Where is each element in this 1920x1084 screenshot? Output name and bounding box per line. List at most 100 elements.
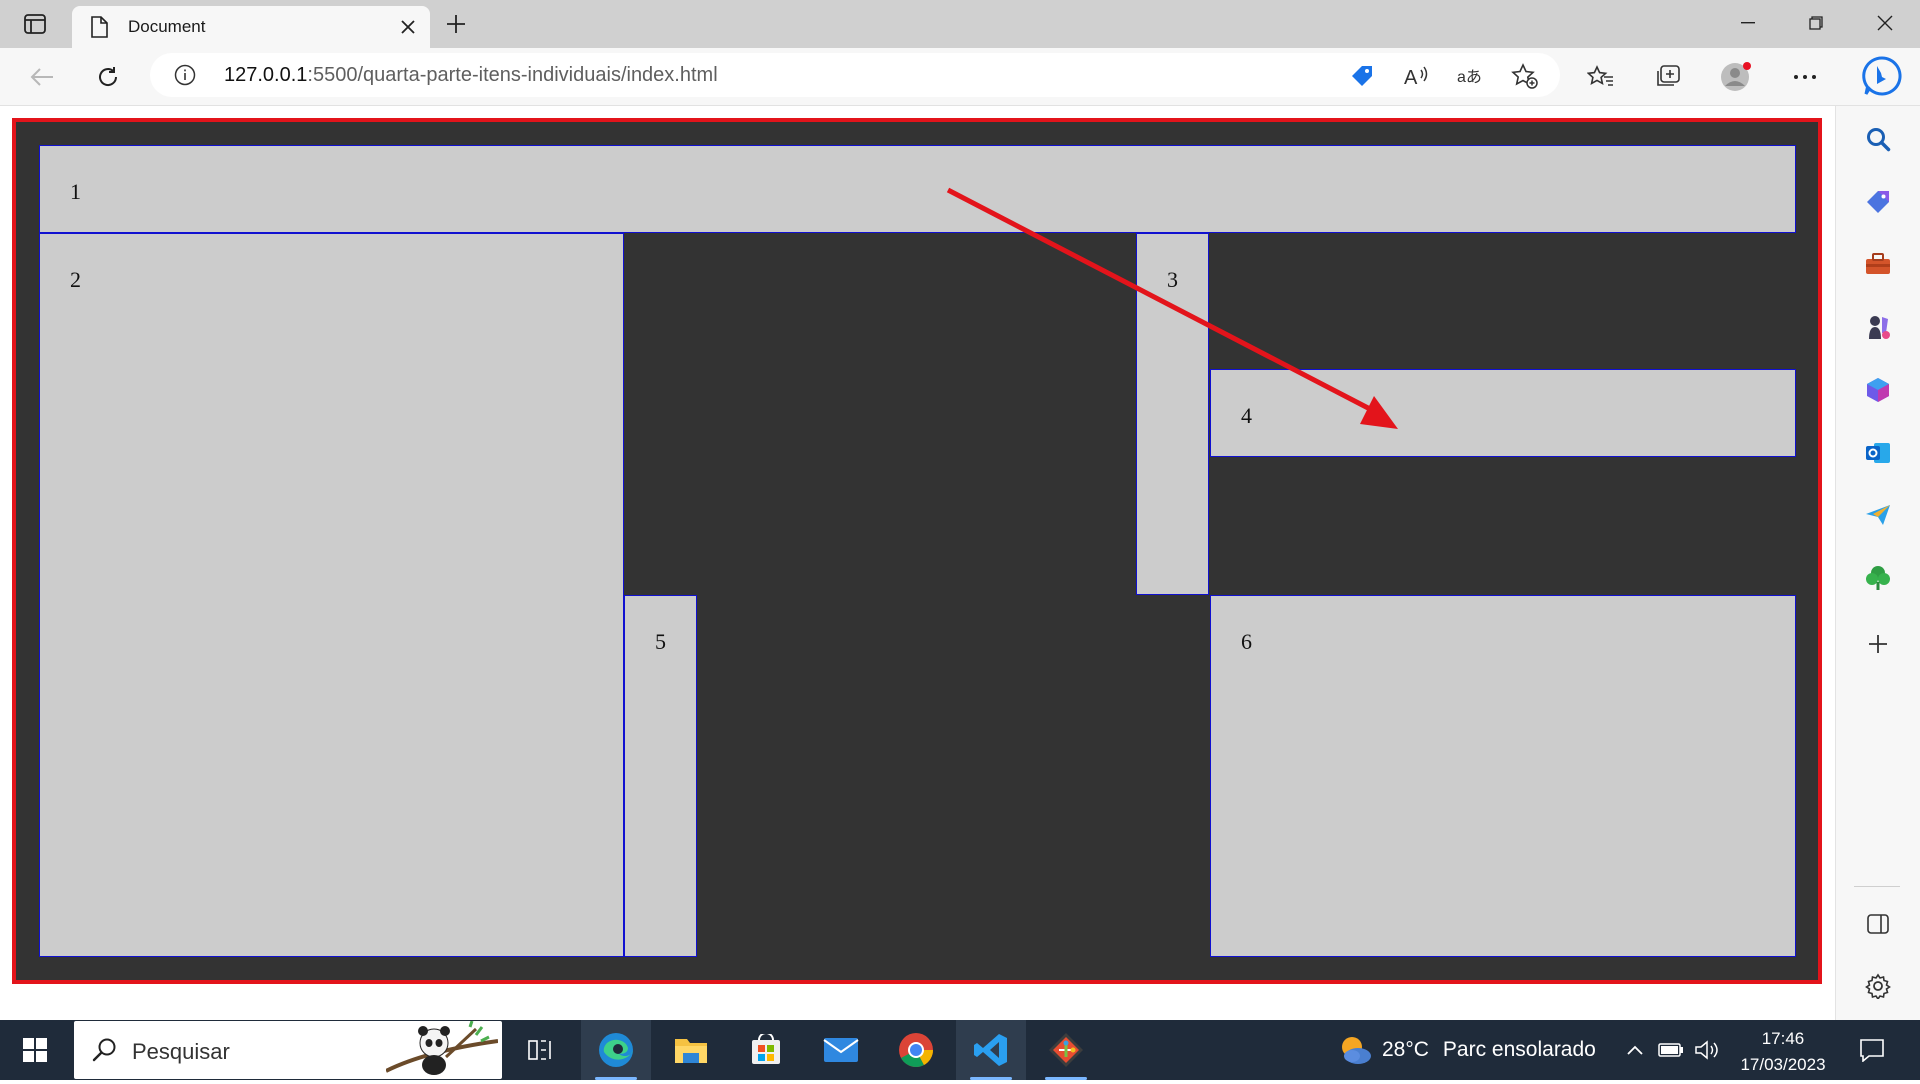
plus-icon [447, 15, 465, 33]
coupon-tag-icon[interactable] [1348, 62, 1376, 90]
tab-actions-button[interactable] [14, 10, 56, 38]
clock-time: 17:46 [1761, 1029, 1805, 1048]
sidebar-divider [1854, 886, 1900, 887]
battery-button[interactable] [1656, 1020, 1686, 1080]
file-explorer-icon [675, 1039, 707, 1063]
store-icon [752, 1034, 780, 1064]
notifications-button[interactable] [1852, 1020, 1892, 1080]
refresh-icon [99, 67, 118, 86]
restore-button[interactable] [1781, 0, 1851, 46]
settings-icon[interactable] [1860, 968, 1896, 1004]
task-view-icon [528, 1040, 551, 1060]
edge-icon [599, 1033, 633, 1067]
weather-widget[interactable]: 28°C Parc ensolarado [1338, 1020, 1596, 1080]
back-button[interactable] [22, 58, 62, 96]
taskbar-edge[interactable] [581, 1020, 651, 1080]
taskbar: Pesquisar 28°C Parc ensolarado 17:46 17/… [0, 1020, 1920, 1080]
grid-item-5: 5 [624, 595, 697, 957]
vscode-icon [974, 1034, 1007, 1066]
avatar-icon [1721, 62, 1751, 91]
refresh-button[interactable] [88, 58, 128, 96]
navigation-bar: 127.0.0.1:5500/quarta-parte-itens-indivi… [0, 48, 1920, 106]
windows-logo-icon [23, 1038, 47, 1062]
tree-icon[interactable] [1860, 560, 1896, 596]
weather-temp: 28°C [1382, 1038, 1429, 1061]
site-info-icon[interactable] [174, 64, 196, 86]
restore-icon [1809, 16, 1823, 30]
read-aloud-icon[interactable]: A [1403, 62, 1431, 90]
tab-bar: Document [0, 0, 1920, 48]
grid-item-2: 2 [39, 233, 624, 957]
show-hidden-icons-button[interactable] [1620, 1020, 1650, 1080]
edge-sidebar [1835, 106, 1920, 1020]
taskbar-git[interactable] [1031, 1020, 1101, 1080]
item-label: 5 [655, 629, 666, 654]
favorites-button[interactable] [1583, 60, 1619, 94]
bing-icon [1862, 56, 1902, 96]
notification-icon [1860, 1039, 1884, 1062]
volume-button[interactable] [1692, 1020, 1722, 1080]
tab-title: Document [128, 17, 206, 36]
add-icon[interactable] [1860, 626, 1896, 662]
grid-item-1: 1 [39, 145, 1796, 233]
taskbar-clock[interactable]: 17:46 17/03/2023 [1728, 1026, 1838, 1078]
svg-text:A: A [1404, 67, 1418, 88]
taskbar-file-explorer[interactable] [656, 1020, 726, 1080]
minimize-button[interactable] [1713, 0, 1783, 46]
add-favorite-icon[interactable] [1511, 62, 1539, 90]
chrome-icon [899, 1033, 933, 1067]
search-icon[interactable] [1860, 121, 1896, 157]
grid-item-6: 6 [1210, 595, 1796, 957]
item-label: 4 [1241, 403, 1252, 428]
split-screen-icon[interactable] [1860, 906, 1896, 942]
weather-condition: Parc ensolarado [1442, 1038, 1596, 1061]
close-icon [1877, 15, 1893, 31]
panda-illustration-icon [385, 1020, 499, 1084]
games-icon[interactable] [1860, 309, 1896, 345]
speaker-icon [1695, 1040, 1718, 1060]
send-icon[interactable] [1860, 497, 1896, 533]
page-viewport: 1 2 3 4 5 6 [0, 106, 1835, 1020]
tab-actions-icon [24, 14, 46, 34]
translate-icon[interactable]: aあ [1457, 62, 1485, 90]
document-icon [88, 16, 110, 38]
search-glass-icon [92, 1037, 118, 1068]
taskbar-mail[interactable] [806, 1020, 876, 1080]
grid-item-4: 4 [1210, 369, 1796, 457]
favorites-icon [1587, 65, 1613, 86]
bing-copilot-button[interactable] [1858, 52, 1906, 100]
close-window-button[interactable] [1850, 0, 1920, 46]
office-icon[interactable] [1860, 372, 1896, 408]
more-options-button[interactable] [1787, 60, 1823, 94]
new-tab-button[interactable] [440, 10, 472, 38]
item-label: 2 [70, 267, 81, 292]
taskbar-vscode[interactable] [956, 1020, 1026, 1080]
outlook-icon[interactable] [1860, 435, 1896, 471]
taskbar-chrome[interactable] [881, 1020, 951, 1080]
mail-icon [823, 1038, 859, 1062]
item-label: 6 [1241, 629, 1252, 654]
start-button[interactable] [0, 1020, 70, 1080]
item-label: 3 [1167, 267, 1178, 292]
search-placeholder: Pesquisar [132, 1039, 230, 1064]
partly-sunny-icon [1342, 1037, 1371, 1064]
collections-button[interactable] [1650, 60, 1686, 94]
git-icon [1049, 1033, 1083, 1067]
url-path: :5500/quarta-parte-itens-individuais/ind… [307, 64, 718, 86]
tab-document[interactable]: Document [72, 6, 430, 48]
battery-icon [1658, 1043, 1683, 1057]
taskbar-search-box[interactable]: Pesquisar [74, 1020, 502, 1079]
close-tab-icon[interactable] [396, 15, 420, 39]
clock-date: 17/03/2023 [1740, 1055, 1826, 1074]
profile-button[interactable] [1718, 60, 1754, 94]
task-view-button[interactable] [506, 1020, 576, 1080]
address-bar[interactable]: 127.0.0.1:5500/quarta-parte-itens-indivi… [150, 53, 1560, 97]
chevron-up-icon [1627, 1045, 1643, 1055]
url-host: 127.0.0.1 [224, 64, 308, 86]
shopping-tag-icon[interactable] [1860, 184, 1896, 220]
tools-icon[interactable] [1860, 246, 1896, 282]
minimize-icon [1741, 22, 1755, 24]
collections-icon [1657, 65, 1680, 86]
taskbar-store[interactable] [731, 1020, 801, 1080]
url-text[interactable]: 127.0.0.1:5500/quarta-parte-itens-indivi… [224, 64, 718, 87]
